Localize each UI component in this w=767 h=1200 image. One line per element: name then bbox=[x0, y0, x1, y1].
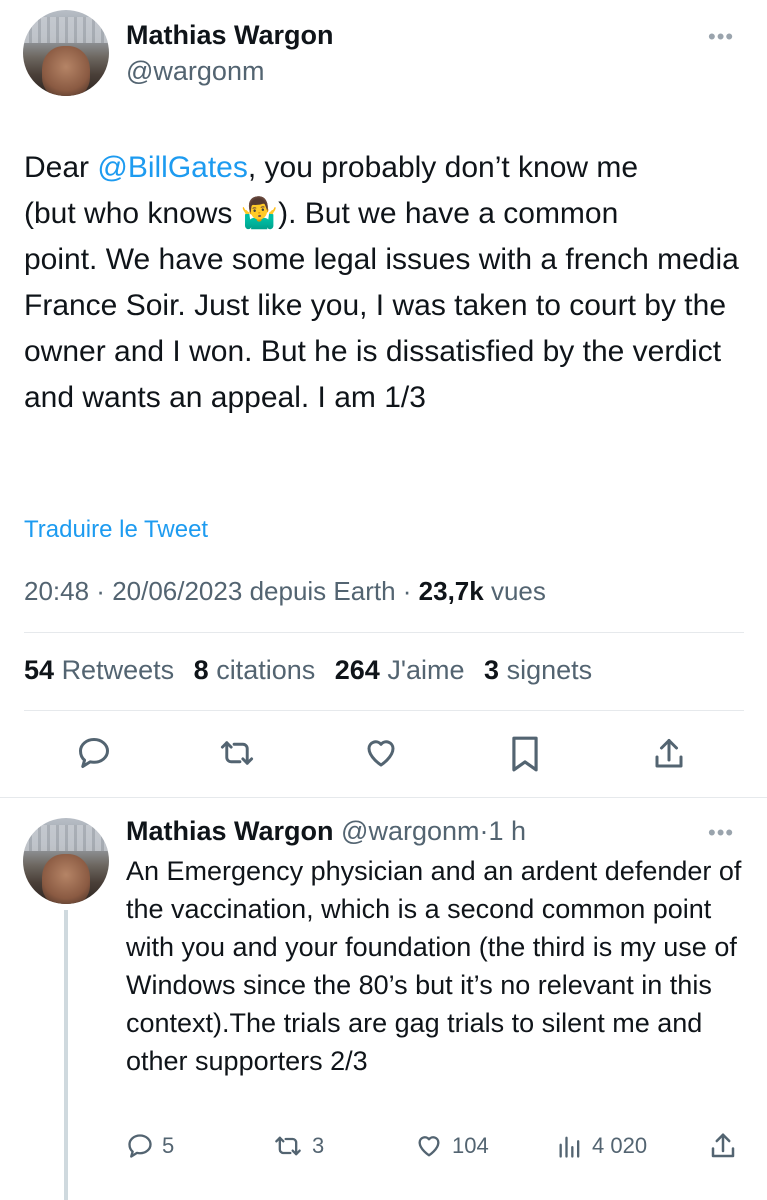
bookmarks-stat[interactable]: 3 signets bbox=[484, 655, 592, 685]
tweet-text-line-1: Dear @BillGates, you probably don’t know… bbox=[24, 151, 639, 184]
reply-header: Mathias Wargon @wargonm·1 h bbox=[126, 816, 527, 846]
retweets-stat[interactable]: 54 Retweets bbox=[24, 655, 174, 685]
comment-icon bbox=[128, 1134, 152, 1158]
mention-link[interactable]: @BillGates bbox=[97, 151, 248, 184]
avatar-background bbox=[23, 824, 109, 851]
avatar-face bbox=[41, 46, 91, 96]
reply-retweets-count: 3 bbox=[312, 1133, 325, 1158]
views-count: 23,7k bbox=[418, 576, 484, 606]
divider-top bbox=[24, 632, 744, 633]
tweet-meta: 20:48 · 20/06/2023 depuis Earth · 23,7k … bbox=[24, 576, 546, 606]
more-options-icon[interactable]: ••• bbox=[708, 24, 734, 50]
tweet-date[interactable]: 20/06/2023 bbox=[112, 576, 242, 606]
reply-text: An Emergency physician and an ardent def… bbox=[126, 856, 742, 1076]
tweet-text-rest: point. We have some legal issues with a … bbox=[24, 243, 739, 414]
reply-retweet-button[interactable]: 3 bbox=[272, 1132, 324, 1160]
heart-icon bbox=[367, 740, 395, 767]
reply-share-button[interactable] bbox=[708, 1130, 738, 1162]
views-label: vues bbox=[490, 576, 546, 606]
share-icon bbox=[655, 739, 683, 768]
thread-line bbox=[64, 910, 68, 1200]
bookmark-icon bbox=[512, 736, 538, 772]
reply-likes-count: 104 bbox=[452, 1133, 489, 1158]
shrug-emoji: 🤷‍♂️ bbox=[240, 197, 279, 230]
reply-more-options-icon[interactable]: ••• bbox=[708, 820, 734, 846]
reply-views-button[interactable]: 4 020 bbox=[556, 1132, 647, 1160]
reply-views-count: 4 020 bbox=[592, 1133, 648, 1158]
heart-icon bbox=[418, 1136, 440, 1157]
divider-mid bbox=[24, 710, 744, 711]
reply-author-handle[interactable]: @wargonm bbox=[341, 816, 479, 846]
share-button[interactable] bbox=[651, 735, 687, 773]
tweet-time[interactable]: 20:48 bbox=[24, 576, 89, 606]
reply-author-avatar[interactable] bbox=[23, 818, 109, 904]
reply-time[interactable]: 1 h bbox=[489, 816, 527, 846]
reply-like-button[interactable]: 104 bbox=[414, 1132, 489, 1160]
reply-replies-count: 5 bbox=[162, 1133, 175, 1158]
avatar-background bbox=[23, 16, 109, 43]
share-icon bbox=[711, 1133, 735, 1158]
retweet-icon bbox=[220, 741, 254, 765]
author-name[interactable]: Mathias Wargon bbox=[126, 20, 334, 51]
retweet-icon bbox=[275, 1136, 301, 1156]
tweet-stats: 54 Retweets 8 citations 264 J'aime 3 sig… bbox=[24, 655, 592, 686]
avatar-face bbox=[41, 854, 91, 904]
tweet-text-line-2: (but who knows 🤷‍♂️). But we have a comm… bbox=[24, 197, 619, 230]
like-button[interactable] bbox=[362, 735, 400, 771]
analytics-icon bbox=[559, 1136, 580, 1158]
author-avatar[interactable] bbox=[23, 10, 109, 96]
author-handle[interactable]: @wargonm bbox=[126, 56, 264, 87]
retweet-button[interactable] bbox=[218, 735, 256, 771]
divider-bottom bbox=[0, 797, 767, 798]
likes-stat[interactable]: 264 J'aime bbox=[335, 655, 465, 685]
tweet-text: Dear @BillGates, you probably don’t know… bbox=[24, 145, 749, 421]
tweet-source: depuis Earth bbox=[249, 576, 396, 606]
reply-reply-button[interactable]: 5 bbox=[126, 1132, 174, 1160]
quotes-stat[interactable]: 8 citations bbox=[194, 655, 316, 685]
translate-tweet-link[interactable]: Traduire le Tweet bbox=[24, 516, 208, 544]
bookmark-button[interactable] bbox=[508, 735, 542, 773]
reply-button[interactable] bbox=[76, 735, 112, 771]
comment-icon bbox=[79, 738, 109, 768]
reply-author-name[interactable]: Mathias Wargon bbox=[126, 816, 334, 846]
